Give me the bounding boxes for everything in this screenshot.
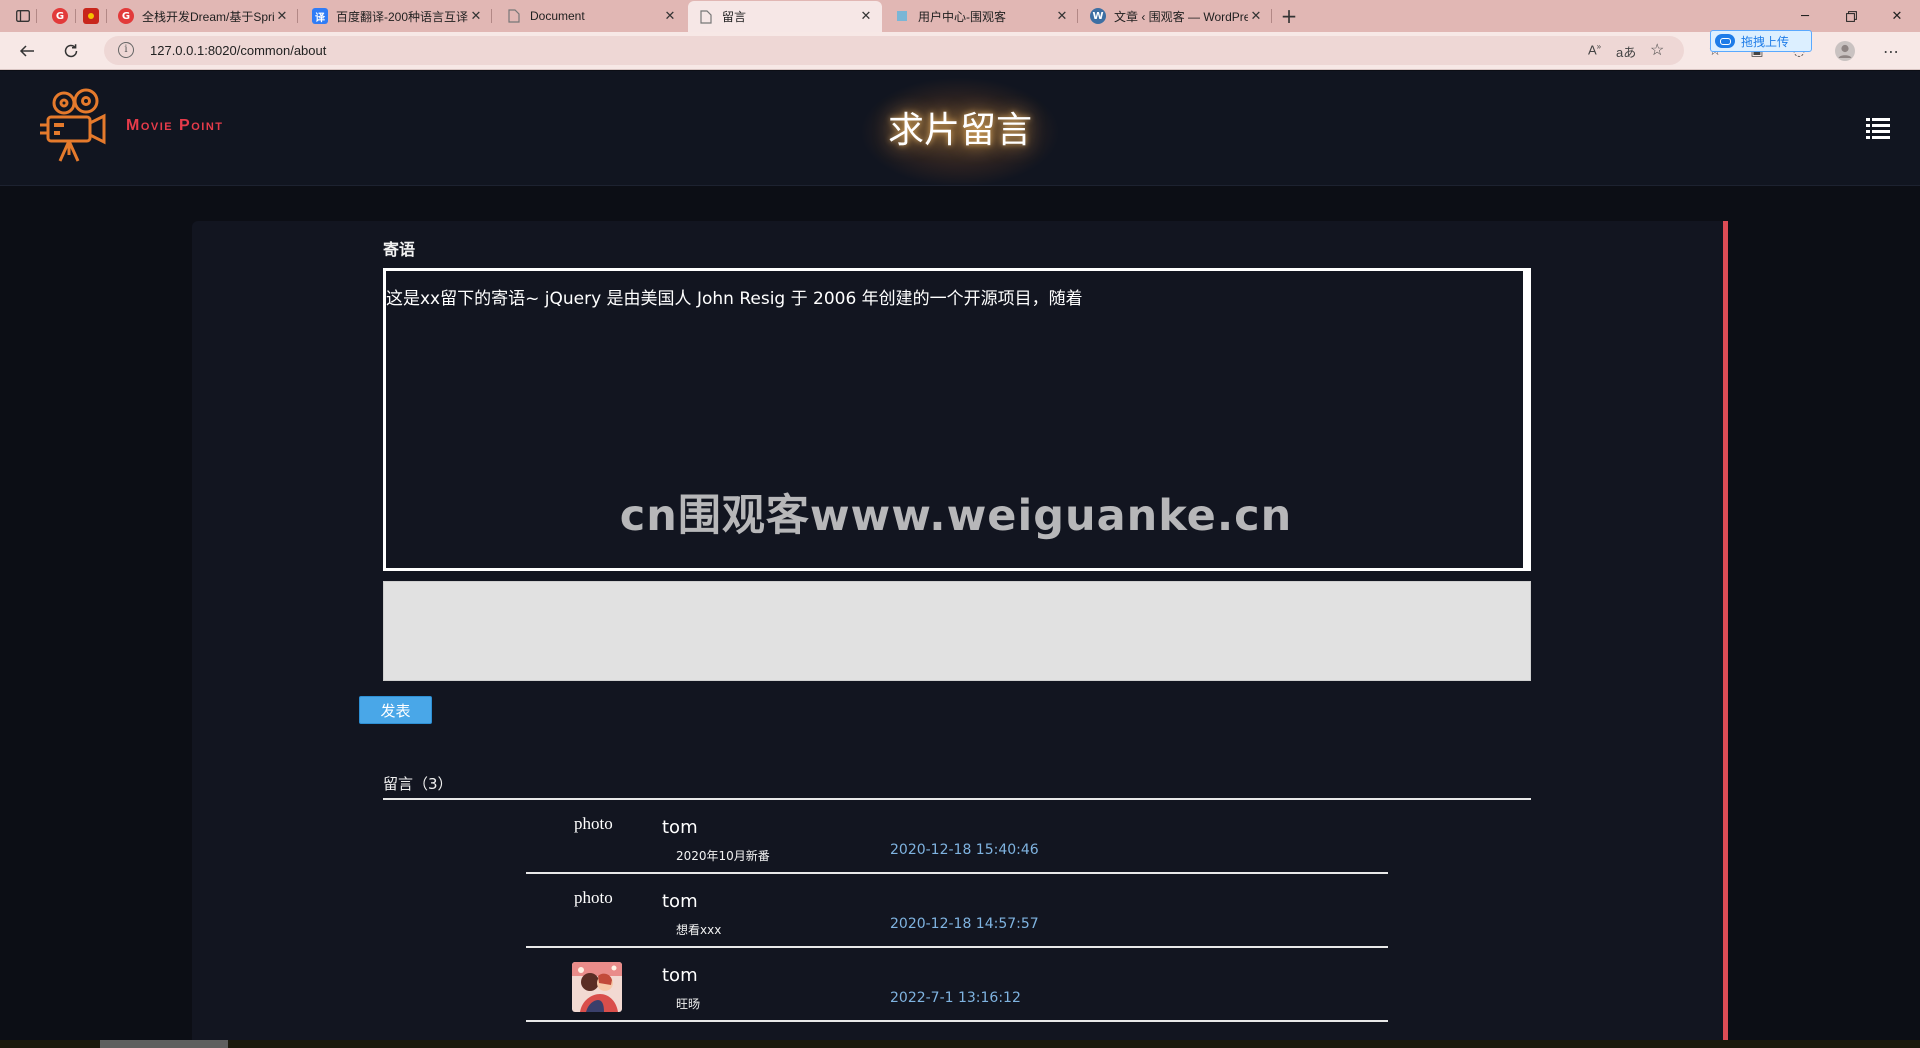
restore-icon[interactable] <box>1828 0 1874 32</box>
close-tab-icon[interactable]: ✕ <box>858 9 874 24</box>
drag-upload-button[interactable]: 拖拽上传 <box>1710 30 1812 52</box>
document-icon <box>698 9 714 25</box>
tab-title: 全栈开发Dream/基于SpringBoot <box>142 9 274 24</box>
taskbar-edge <box>0 1040 1920 1048</box>
close-tab-icon[interactable]: ✕ <box>1054 9 1070 24</box>
note-text: 这是xx留下的寄语~ jQuery 是由美国人 John Resig 于 200… <box>386 289 1083 309</box>
tab-title: 用户中心-围观客 <box>918 9 1006 24</box>
wordpress-icon: W <box>1090 8 1106 24</box>
new-tab-icon[interactable]: + <box>1276 0 1302 32</box>
note-scrollbar[interactable] <box>1523 271 1528 568</box>
comment-time: 2022-7-1 13:16:12 <box>890 990 1021 1006</box>
address-bar: i 127.0.0.1:8020/common/about A» aあ ☆ ☆ … <box>0 32 1920 70</box>
info-icon[interactable]: i <box>118 42 134 58</box>
tab-4[interactable]: Document ✕ <box>496 0 686 32</box>
comment-item: photo tom 2020年10月新番 2020-12-18 15:40:46 <box>526 800 1388 874</box>
browser-tab-strip: G G 全栈开发Dream/基于SpringBoot ✕ 译 百度翻译-200种… <box>0 0 1920 32</box>
document-icon <box>506 8 522 24</box>
avatar <box>572 962 622 1012</box>
red-square-icon <box>83 8 99 24</box>
profile-avatar-icon[interactable] <box>1834 40 1856 62</box>
list-menu-icon[interactable] <box>1866 117 1890 139</box>
accent-bar <box>1723 221 1728 1041</box>
watermark-text: cn围观客www.weiguanke.cn <box>619 491 1293 541</box>
g-icon: G <box>118 8 134 24</box>
tab-title: 文章 ‹ 围观客 — WordPress <box>1114 9 1248 24</box>
comment-item: photo tom 想看xxx 2020-12-18 14:57:57 <box>526 874 1388 948</box>
brand-name[interactable]: Movie Point <box>126 117 224 135</box>
square-icon <box>894 8 910 24</box>
tab-0[interactable]: G <box>46 0 76 32</box>
tab-5-active[interactable]: 留言 ✕ <box>688 1 882 32</box>
page-title: 求片留言 <box>887 110 1032 151</box>
tab-7[interactable]: W 文章 ‹ 围观客 — WordPress ✕ <box>1080 0 1272 32</box>
note-textarea[interactable]: 这是xx留下的寄语~ jQuery 是由美国人 John Resig 于 200… <box>383 268 1531 571</box>
tab-title: 留言 <box>722 10 747 24</box>
translate-page-icon[interactable]: aあ <box>1616 42 1636 61</box>
upload-label: 拖拽上传 <box>1741 34 1790 49</box>
g-icon: G <box>52 8 68 24</box>
cloud-icon <box>1715 34 1735 48</box>
close-tab-icon[interactable]: ✕ <box>468 9 484 24</box>
avatar-broken-image: photo <box>574 814 613 833</box>
comment-item: tom 旺旸 2022-7-1 13:16:12 <box>526 948 1388 1022</box>
comment-text: 2020年10月新番 <box>676 849 770 863</box>
comment-author: tom <box>662 817 698 838</box>
tab-divider <box>36 9 37 23</box>
comment-time: 2020-12-18 14:57:57 <box>890 916 1039 932</box>
comment-time: 2020-12-18 15:40:46 <box>890 842 1039 858</box>
movie-camera-logo-icon[interactable] <box>38 87 110 163</box>
translate-icon: 译 <box>312 8 328 24</box>
comment-input[interactable] <box>383 581 1531 681</box>
close-tab-icon[interactable]: ✕ <box>662 9 678 24</box>
close-tab-icon[interactable]: ✕ <box>1248 9 1264 24</box>
url-bar[interactable]: i 127.0.0.1:8020/common/about A» aあ ☆ <box>104 36 1684 65</box>
tab-3[interactable]: 译 百度翻译-200种语言互译、沟通 ✕ <box>302 0 492 32</box>
tab-6[interactable]: 用户中心-围观客 ✕ <box>884 0 1078 32</box>
note-label: 寄语 <box>383 240 416 259</box>
comments-header: 留言（3） <box>383 775 453 793</box>
site-header: Movie Point 求片留言 <box>0 71 1920 187</box>
close-window-icon[interactable]: ✕ <box>1874 0 1920 32</box>
url-text[interactable]: 127.0.0.1:8020/common/about <box>150 43 326 58</box>
minimize-icon[interactable]: ─ <box>1782 0 1828 32</box>
comment-author: tom <box>662 965 698 986</box>
avatar-broken-image: photo <box>574 888 613 907</box>
read-aloud-icon[interactable]: A» <box>1588 42 1601 57</box>
comment-author: tom <box>662 891 698 912</box>
tab-title: 百度翻译-200种语言互译、沟通 <box>336 9 468 24</box>
refresh-icon[interactable] <box>56 36 86 66</box>
comment-text: 旺旸 <box>676 997 701 1011</box>
tab-1[interactable] <box>77 0 107 32</box>
publish-button[interactable]: 发表 <box>359 696 432 724</box>
back-icon[interactable] <box>12 36 42 66</box>
comment-text: 想看xxx <box>676 923 722 937</box>
more-menu-icon[interactable]: ⋯ <box>1882 42 1900 61</box>
close-tab-icon[interactable]: ✕ <box>274 9 290 24</box>
favorite-star-icon[interactable]: ☆ <box>1650 40 1664 60</box>
tab-2[interactable]: G 全栈开发Dream/基于SpringBoot ✕ <box>108 0 298 32</box>
tab-actions-icon[interactable] <box>12 0 34 32</box>
horizontal-scrollbar-thumb[interactable] <box>100 1040 228 1048</box>
tab-title: Document <box>530 9 585 23</box>
